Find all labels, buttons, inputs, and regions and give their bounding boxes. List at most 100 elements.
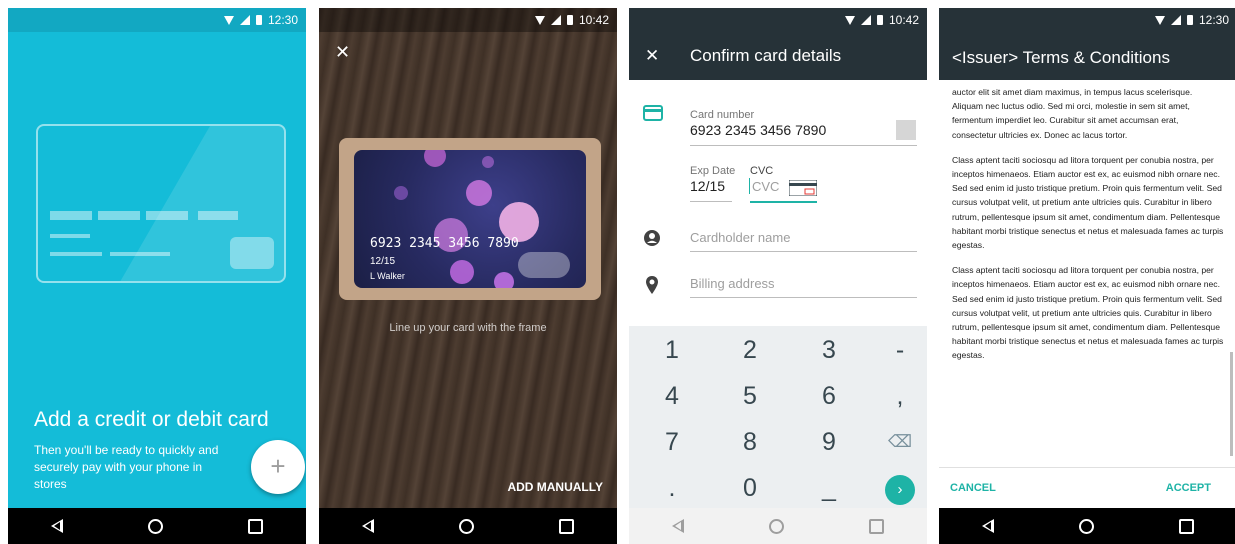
key-5[interactable]: 5	[713, 374, 787, 418]
key-4[interactable]: 4	[635, 374, 709, 418]
signal-icon	[550, 15, 561, 25]
terms-paragraph: Class aptent taciti sociosqu ad litora t…	[952, 154, 1224, 251]
recents-icon[interactable]	[869, 518, 885, 534]
scan-hint: Line up your card with the frame	[389, 322, 547, 334]
card-scan-thumbnail[interactable]	[896, 120, 916, 140]
card-art	[494, 272, 514, 288]
scrollbar[interactable]	[1230, 352, 1233, 456]
page-title: <Issuer> Terms & Conditions	[952, 48, 1170, 67]
status-bar: 12:30	[8, 8, 306, 32]
location-pin-icon	[646, 276, 658, 294]
battery-icon	[255, 15, 262, 25]
status-bar: 12:30	[939, 8, 1235, 32]
key-underscore[interactable]: _	[792, 466, 866, 510]
status-bar: 10:42	[319, 8, 617, 32]
card-chip	[230, 237, 274, 269]
backspace-icon[interactable]: ⌫	[863, 420, 927, 464]
page-title: Add a credit or debit card	[34, 408, 269, 431]
battery-icon	[876, 15, 883, 25]
back-icon[interactable]	[50, 519, 63, 533]
cvc-card-icon	[789, 180, 817, 196]
recents-icon[interactable]	[559, 518, 575, 534]
key-2[interactable]: 2	[713, 328, 787, 372]
screen-add-card-intro: 12:30 Add a credit or debit card Then yo…	[8, 8, 306, 544]
card-number-bar	[198, 211, 238, 220]
billing-address-field[interactable]: Billing address	[690, 276, 775, 291]
terms-paragraph: auctor elit sit amet diam maximus, in te…	[952, 87, 1193, 140]
home-icon[interactable]	[1078, 518, 1094, 534]
battery-icon	[566, 15, 573, 25]
key-9[interactable]: 9	[792, 420, 866, 464]
key-comma[interactable]: ,	[863, 374, 927, 418]
card-number: 6923 2345 3456 7890	[370, 236, 519, 251]
back-icon[interactable]	[671, 519, 684, 533]
card-art	[394, 186, 408, 200]
home-icon[interactable]	[458, 518, 474, 534]
accept-button[interactable]: ACCEPT	[1166, 482, 1211, 494]
battery-icon	[1186, 15, 1193, 25]
page-subtitle: Then you'll be ready to quickly and secu…	[34, 443, 219, 491]
wifi-icon	[223, 15, 234, 25]
home-icon[interactable]	[147, 518, 163, 534]
home-icon[interactable]	[768, 518, 784, 534]
terms-text[interactable]: auctor elit sit amet diam maximus, in te…	[952, 85, 1224, 374]
key-7[interactable]: 7	[635, 420, 709, 464]
card-number-label: Card number	[690, 109, 755, 121]
card-art	[450, 260, 474, 284]
back-icon[interactable]	[981, 519, 994, 533]
exp-date-underline	[690, 201, 732, 202]
card-expiry: 12/15	[370, 256, 396, 267]
add-card-button[interactable]: +	[251, 440, 305, 494]
card-number-bar	[98, 211, 140, 220]
text-cursor	[749, 178, 750, 194]
screen-card-scanner: 10:42 ✕ 6923 2345 3456 7890 12/15 L Walk…	[319, 8, 617, 544]
recents-icon[interactable]	[1179, 518, 1195, 534]
wifi-icon	[844, 15, 855, 25]
close-icon[interactable]: ✕	[335, 42, 350, 63]
card-detail-bar	[50, 234, 90, 238]
card-art	[466, 180, 492, 206]
key-period[interactable]: .	[635, 466, 709, 510]
account-icon	[644, 230, 660, 246]
exp-date-field[interactable]: 12/15	[690, 178, 725, 194]
navigation-bar	[629, 508, 927, 544]
card-chip	[518, 252, 570, 278]
wifi-icon	[1154, 15, 1165, 25]
key-0[interactable]: 0	[713, 466, 787, 510]
next-arrow-icon[interactable]: ›	[885, 475, 915, 505]
cvc-field[interactable]: CVC	[752, 179, 779, 194]
page-title: Confirm card details	[690, 46, 842, 65]
cardholder-name-field[interactable]: Cardholder name	[690, 230, 790, 245]
recents-icon[interactable]	[248, 518, 264, 534]
cvc-underline	[750, 201, 817, 203]
signal-icon	[860, 15, 871, 25]
key-8[interactable]: 8	[713, 420, 787, 464]
card-number-underline	[690, 145, 917, 146]
wifi-icon	[534, 15, 545, 25]
cancel-button[interactable]: CANCEL	[950, 482, 996, 494]
card-art	[482, 156, 494, 168]
signal-icon	[1170, 15, 1181, 25]
navigation-bar	[939, 508, 1235, 544]
card-illustration	[36, 124, 286, 283]
scanned-card: 6923 2345 3456 7890 12/15 L Walker	[354, 150, 586, 288]
card-number-field[interactable]: 6923 2345 3456 7890	[690, 122, 826, 138]
cvc-label: CVC	[750, 165, 774, 177]
back-icon[interactable]	[361, 519, 374, 533]
button-divider	[939, 467, 1235, 468]
add-manually-button[interactable]: ADD MANUALLY	[507, 480, 603, 494]
close-icon[interactable]: ✕	[645, 46, 659, 66]
key-1[interactable]: 1	[635, 328, 709, 372]
app-bar: 10:42 ✕ Confirm card details	[629, 8, 927, 80]
key-3[interactable]: 3	[792, 328, 866, 372]
screen-confirm-card: 10:42 ✕ Confirm card details Card number…	[629, 8, 927, 544]
navigation-bar	[8, 508, 306, 544]
status-time: 10:42	[578, 13, 609, 27]
cardholder-underline	[690, 251, 917, 252]
status-bar: 10:42	[629, 8, 927, 32]
numeric-keypad: 1 2 3 - 4 5 6 , 7 8 9 ⌫ . 0 _	[629, 326, 927, 508]
card-holder: L Walker	[370, 271, 405, 281]
key-minus[interactable]: -	[863, 328, 927, 372]
key-6[interactable]: 6	[792, 374, 866, 418]
card-detail-bar	[50, 252, 102, 256]
